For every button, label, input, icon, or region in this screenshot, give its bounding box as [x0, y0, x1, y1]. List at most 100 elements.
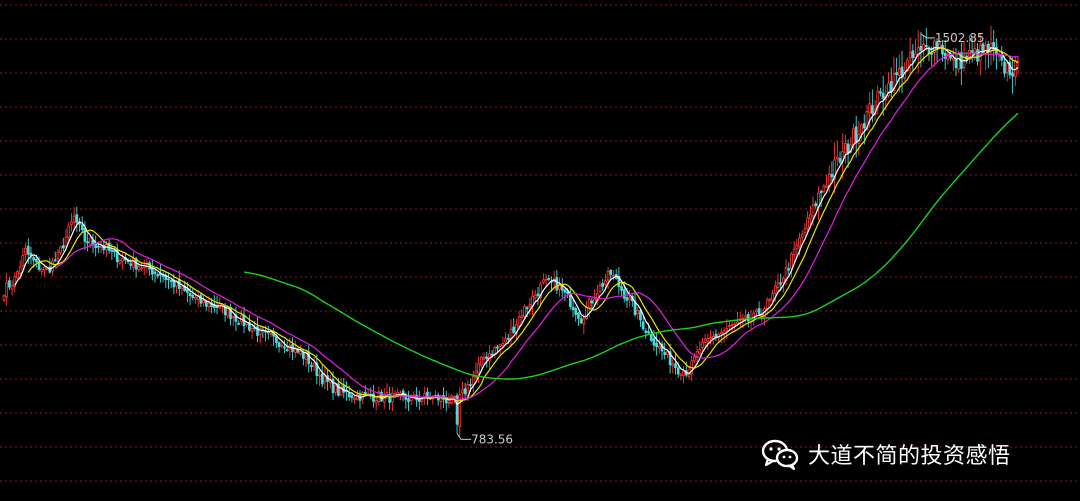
- candle-down: [283, 346, 286, 349]
- candle-down: [417, 398, 421, 402]
- candle-up: [40, 268, 44, 272]
- candle-up: [137, 266, 141, 271]
- candle-up: [16, 271, 19, 279]
- candle-up: [803, 228, 807, 234]
- candle-up: [99, 245, 103, 248]
- candle-up: [728, 325, 731, 328]
- candle-down: [590, 300, 594, 304]
- candle-down: [302, 352, 305, 359]
- candle-up: [736, 321, 739, 325]
- candle-up: [226, 308, 230, 317]
- candle-down: [620, 286, 623, 291]
- candle-up: [800, 233, 804, 238]
- candle-up: [606, 270, 610, 281]
- candle-up: [5, 282, 9, 298]
- candle-down: [1000, 55, 1004, 61]
- candle-down: [8, 280, 11, 288]
- candle-up: [318, 374, 321, 377]
- candle-down: [512, 326, 516, 333]
- candle-down: [506, 337, 510, 340]
- candle-down: [285, 349, 289, 352]
- candle-up: [501, 343, 505, 347]
- candle-down: [150, 267, 154, 275]
- candle-down: [547, 278, 551, 280]
- candle-down: [191, 294, 195, 299]
- candle-down: [644, 330, 648, 333]
- candle-down: [167, 278, 170, 281]
- candle-down: [970, 50, 974, 53]
- candle-down: [342, 384, 346, 393]
- candle-up: [709, 337, 712, 340]
- candle-down: [490, 353, 494, 356]
- candle-up: [18, 266, 22, 274]
- candle-up: [1005, 63, 1009, 73]
- candle-up: [461, 389, 464, 394]
- candle-down: [577, 312, 580, 319]
- candle-down: [787, 268, 791, 271]
- candle-down: [86, 241, 89, 244]
- candle-up: [420, 398, 424, 402]
- high-price-label: 1502.85: [935, 31, 985, 45]
- candle-up: [679, 374, 683, 377]
- candle-up: [482, 357, 486, 360]
- candle-up: [453, 396, 456, 398]
- candle-up: [792, 248, 796, 255]
- candle-up: [231, 316, 235, 319]
- low-price-label: 783.56: [471, 432, 513, 446]
- candle-up: [374, 400, 378, 404]
- wechat-logo-icon: [761, 439, 799, 470]
- candle-up: [671, 363, 675, 366]
- candle-up: [24, 247, 27, 255]
- candle-down: [1003, 61, 1006, 74]
- candle-up: [280, 344, 284, 347]
- candle-up: [180, 285, 184, 289]
- candle-down: [35, 259, 38, 262]
- candle-up: [984, 45, 987, 55]
- candle-up: [701, 342, 704, 349]
- candle-down: [954, 59, 958, 69]
- candle-up: [908, 52, 912, 59]
- candle-down: [895, 72, 898, 76]
- candle-up: [504, 338, 507, 343]
- candle-up: [693, 356, 696, 362]
- candle-up: [730, 324, 734, 327]
- candle-up: [520, 315, 524, 318]
- candle-up: [67, 225, 71, 238]
- candle-up: [64, 236, 68, 247]
- candle-down: [156, 274, 160, 277]
- candle-down: [757, 308, 761, 315]
- candle-down: [186, 288, 189, 293]
- candle-up: [725, 328, 729, 331]
- candle-up: [773, 285, 777, 294]
- candle-up: [299, 351, 302, 355]
- candle-up: [868, 103, 872, 114]
- candle-up: [698, 349, 702, 354]
- candle-down: [485, 356, 489, 360]
- candle-up: [509, 328, 513, 340]
- candle-up: [323, 375, 327, 383]
- candle-up: [825, 185, 828, 188]
- candle-up: [517, 316, 521, 327]
- candle-down: [536, 293, 540, 296]
- candle-up: [544, 278, 548, 281]
- candle-down: [469, 384, 472, 386]
- candle-down: [609, 269, 613, 275]
- candle-up: [703, 338, 707, 343]
- candle-up: [806, 217, 809, 229]
- candle-down: [779, 282, 783, 285]
- grid-lines: [0, 4, 1080, 482]
- candle-up: [447, 401, 451, 404]
- watermark-text: 大道不简的投资感悟: [808, 444, 1011, 469]
- candle-up: [140, 267, 143, 270]
- candle-down: [879, 91, 882, 94]
- candle-down: [364, 391, 367, 394]
- candle-down: [153, 271, 157, 274]
- candle-down: [924, 45, 928, 47]
- candle-up: [528, 304, 532, 308]
- candle-up: [844, 143, 847, 154]
- candle-up: [612, 275, 615, 277]
- candle-down: [237, 322, 240, 325]
- candle-down: [571, 306, 575, 311]
- candle-down: [919, 45, 923, 51]
- candle-up: [72, 215, 76, 223]
